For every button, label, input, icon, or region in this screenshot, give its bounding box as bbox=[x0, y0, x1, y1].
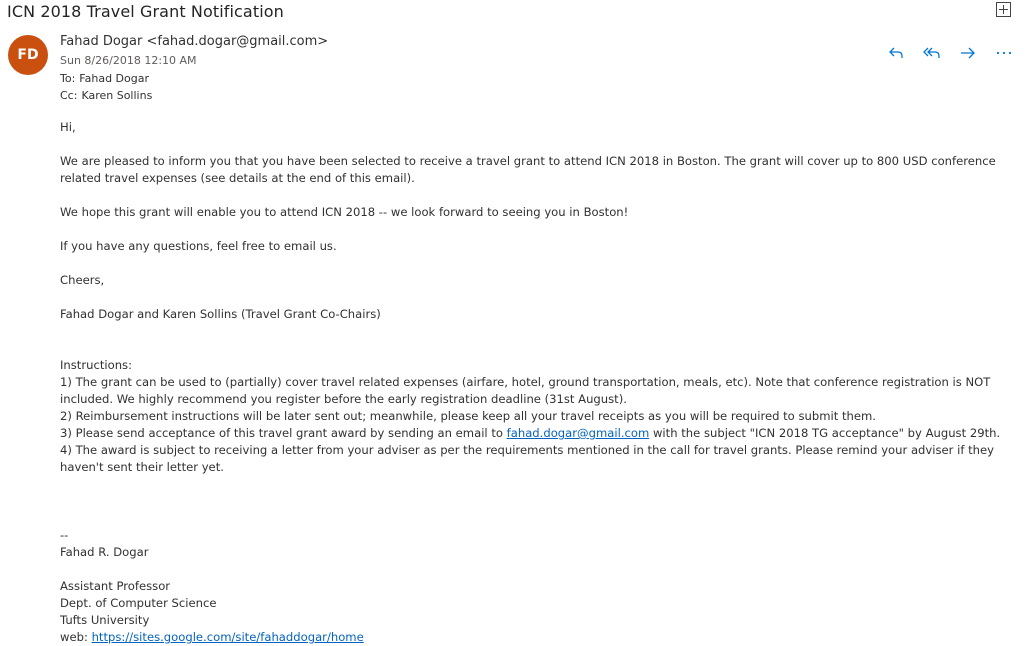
signature-university: Tufts University bbox=[60, 613, 150, 627]
more-icon bbox=[996, 51, 1012, 55]
closing: Cheers, bbox=[60, 273, 105, 287]
signature-dept: Dept. of Computer Science bbox=[60, 596, 217, 610]
signature-web: web: https://sites.google.com/site/fahad… bbox=[60, 629, 1020, 646]
sender-avatar[interactable]: FD bbox=[8, 35, 48, 75]
more-actions-button[interactable] bbox=[992, 41, 1016, 65]
reply-icon bbox=[889, 47, 903, 58]
cc-line: Cc: Karen Sollins bbox=[60, 89, 152, 102]
open-in-new-window-icon[interactable] bbox=[996, 2, 1011, 17]
message-body: Hi, We are pleased to inform you that yo… bbox=[60, 119, 1020, 646]
signoff: Fahad Dogar and Karen Sollins (Travel Gr… bbox=[60, 307, 381, 321]
sent-date: Sun 8/26/2018 12:10 AM bbox=[60, 54, 197, 67]
instruction-item-3-suffix: with the subject "ICN 2018 TG acceptance… bbox=[649, 426, 1001, 440]
body-paragraph-3: If you have any questions, feel free to … bbox=[60, 239, 337, 253]
instructions: Instructions: 1) The grant can be used t… bbox=[60, 357, 1020, 476]
instruction-item-4: 4) The award is subject to receiving a l… bbox=[60, 443, 994, 474]
instruction-item-3-text: 3) Please send acceptance of this travel… bbox=[60, 426, 507, 440]
cc-label: Cc: bbox=[60, 89, 78, 102]
sender-name[interactable]: Fahad Dogar <fahad.dogar@gmail.com> bbox=[60, 34, 328, 49]
instructions-title: Instructions: bbox=[60, 358, 132, 372]
instruction-item-1: 1) The grant can be used to (partially) … bbox=[60, 375, 991, 406]
acceptance-email-link[interactable]: fahad.dogar@gmail.com bbox=[507, 426, 650, 440]
reply-all-icon bbox=[923, 47, 940, 58]
body-paragraph-2: We hope this grant will enable you to at… bbox=[60, 205, 629, 219]
forward-button[interactable] bbox=[956, 41, 980, 65]
greeting: Hi, bbox=[60, 120, 76, 134]
body-paragraph-1: We are pleased to inform you that you ha… bbox=[60, 154, 996, 185]
instruction-item-3: 3) Please send acceptance of this travel… bbox=[60, 425, 1020, 442]
signature: -- Fahad R. Dogar Assistant Professor De… bbox=[60, 527, 1020, 646]
instruction-item-2: 2) Reimbursement instructions will be la… bbox=[60, 409, 876, 423]
signature-title: Assistant Professor bbox=[60, 579, 171, 593]
signature-name: Fahad R. Dogar bbox=[60, 545, 149, 559]
to-line: To: Fahad Dogar bbox=[60, 72, 149, 85]
subject-bar: ICN 2018 Travel Grant Notification bbox=[0, 0, 1033, 33]
to-label: To: bbox=[60, 72, 76, 85]
to-recipient[interactable]: Fahad Dogar bbox=[79, 72, 149, 85]
cc-recipient[interactable]: Karen Sollins bbox=[81, 89, 152, 102]
forward-icon bbox=[961, 47, 975, 59]
email-subject: ICN 2018 Travel Grant Notification bbox=[7, 2, 284, 21]
signature-dashes: -- bbox=[60, 528, 69, 542]
reply-button[interactable] bbox=[884, 41, 908, 65]
reply-all-button[interactable] bbox=[920, 41, 944, 65]
message-pane: FD Fahad Dogar <fahad.dogar@gmail.com> S… bbox=[0, 33, 1033, 644]
